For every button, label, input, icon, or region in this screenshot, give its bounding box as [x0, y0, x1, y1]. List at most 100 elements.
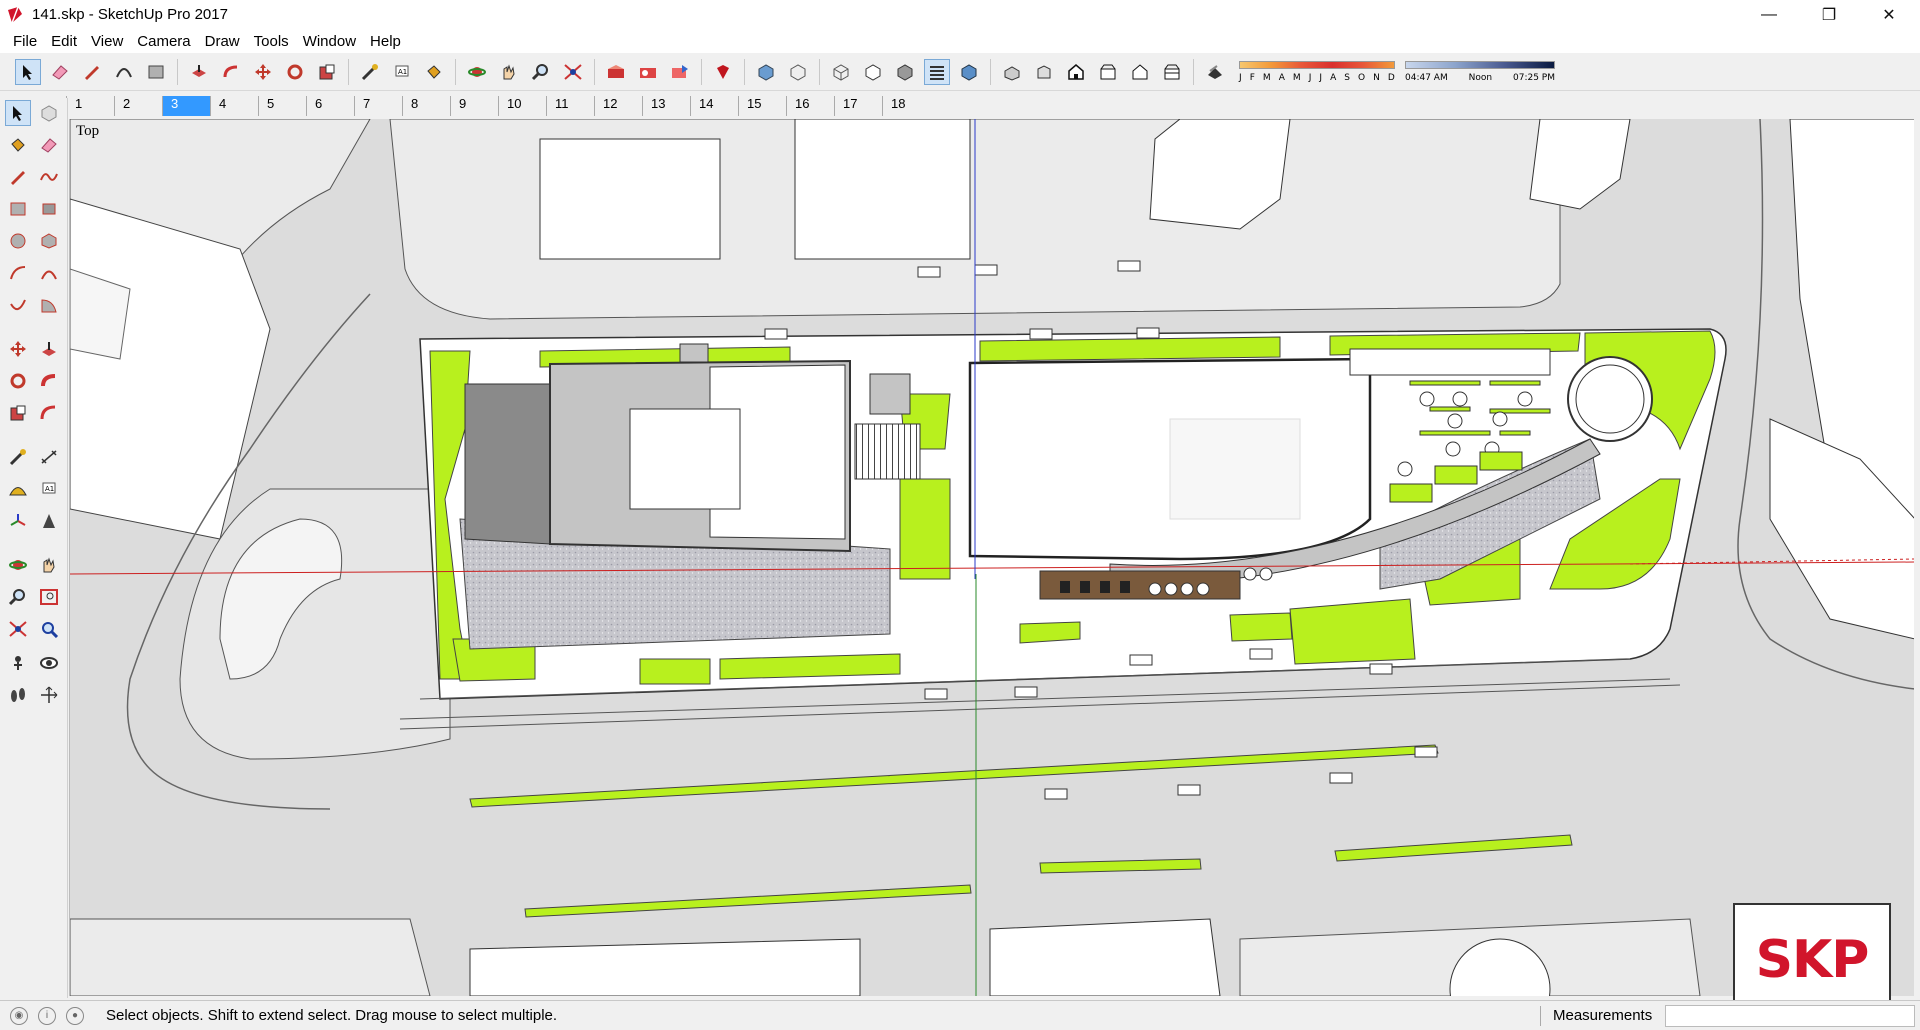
wireframe-icon[interactable]: [828, 59, 854, 85]
shadow-toggle-icon[interactable]: [1202, 59, 1228, 85]
left-view-icon[interactable]: [1159, 59, 1185, 85]
menu-edit[interactable]: Edit: [44, 33, 84, 50]
follow-me-icon[interactable]: [218, 59, 244, 85]
pan-icon[interactable]: [496, 59, 522, 85]
eraser-icon[interactable]: [36, 132, 62, 158]
scene-tab[interactable]: 14: [690, 96, 738, 116]
monochrome-icon[interactable]: [956, 59, 982, 85]
menu-window[interactable]: Window: [296, 33, 363, 50]
line-icon[interactable]: [5, 164, 31, 190]
ruby-icon[interactable]: [710, 59, 736, 85]
pie-icon[interactable]: [36, 292, 62, 318]
tape-measure-icon[interactable]: [357, 59, 383, 85]
tape-measure-icon[interactable]: [5, 444, 31, 470]
push-pull-icon[interactable]: [186, 59, 212, 85]
scene-tab[interactable]: 13: [642, 96, 690, 116]
text-icon[interactable]: A1: [36, 476, 62, 502]
position-camera-icon[interactable]: [5, 650, 31, 676]
zoom-extents-icon[interactable]: [560, 59, 586, 85]
offset-icon[interactable]: [36, 400, 62, 426]
right-view-icon[interactable]: [1095, 59, 1121, 85]
rectangle-icon[interactable]: [5, 196, 31, 222]
look-around-icon[interactable]: [36, 650, 62, 676]
rectangle-icon[interactable]: [143, 59, 169, 85]
protractor-icon[interactable]: [5, 476, 31, 502]
scene-tab-active[interactable]: 3: [162, 96, 210, 116]
hidden-line-icon[interactable]: [860, 59, 886, 85]
top-view-icon[interactable]: [1031, 59, 1057, 85]
rotate-icon[interactable]: [5, 368, 31, 394]
share-model-icon[interactable]: [667, 59, 693, 85]
menu-camera[interactable]: Camera: [130, 33, 197, 50]
text-icon[interactable]: A1: [389, 59, 415, 85]
make-component-icon[interactable]: [36, 100, 62, 126]
pencil-icon[interactable]: [79, 59, 105, 85]
scene-tab[interactable]: 4: [210, 96, 258, 116]
back-edges-icon[interactable]: [785, 59, 811, 85]
shadow-time-bar[interactable]: [1405, 60, 1555, 69]
scene-tab[interactable]: 8: [402, 96, 450, 116]
two-point-arc-icon[interactable]: [36, 260, 62, 286]
scene-tab[interactable]: 18: [882, 96, 930, 116]
scene-tab[interactable]: 10: [498, 96, 546, 116]
axes-icon[interactable]: [5, 508, 31, 534]
walk-icon[interactable]: [5, 682, 31, 708]
previous-view-icon[interactable]: [36, 616, 62, 642]
rotated-rectangle-icon[interactable]: [36, 196, 62, 222]
close-button[interactable]: ✕: [1866, 0, 1912, 29]
move-icon[interactable]: [5, 336, 31, 362]
back-view-icon[interactable]: [1127, 59, 1153, 85]
menu-view[interactable]: View: [84, 33, 130, 50]
site-plan-drawing[interactable]: [70, 119, 1914, 996]
scale-icon[interactable]: [314, 59, 340, 85]
move-icon[interactable]: [250, 59, 276, 85]
section-plane-icon[interactable]: [36, 682, 62, 708]
user-account-icon[interactable]: ●: [66, 1006, 84, 1025]
pan-icon[interactable]: [36, 552, 62, 578]
scene-tab[interactable]: 12: [594, 96, 642, 116]
drawing-viewport[interactable]: Top: [69, 119, 1914, 996]
menu-draw[interactable]: Draw: [198, 33, 247, 50]
orbit-icon[interactable]: [464, 59, 490, 85]
geo-location-icon[interactable]: ◉: [10, 1006, 28, 1025]
menu-help[interactable]: Help: [363, 33, 408, 50]
scene-tab[interactable]: 17: [834, 96, 882, 116]
arc-icon[interactable]: [111, 59, 137, 85]
scene-tab[interactable]: 16: [786, 96, 834, 116]
circle-icon[interactable]: [5, 228, 31, 254]
menu-tools[interactable]: Tools: [247, 33, 296, 50]
dimension-icon[interactable]: [36, 444, 62, 470]
scene-tab[interactable]: 2: [114, 96, 162, 116]
select-icon[interactable]: [15, 58, 41, 85]
zoom-window-icon[interactable]: [36, 584, 62, 610]
eraser-icon[interactable]: [47, 59, 73, 85]
zoom-icon[interactable]: [528, 59, 554, 85]
maximize-button[interactable]: ❐: [1806, 0, 1852, 29]
front-view-icon[interactable]: [1063, 59, 1089, 85]
three-point-arc-icon[interactable]: [5, 292, 31, 318]
select-icon[interactable]: [5, 100, 31, 126]
iso-view-icon[interactable]: [999, 59, 1025, 85]
shaded-textures-icon[interactable]: [924, 58, 950, 85]
rotate-icon[interactable]: [282, 59, 308, 85]
freehand-icon[interactable]: [36, 164, 62, 190]
push-pull-icon[interactable]: [36, 336, 62, 362]
scene-tab[interactable]: 6: [306, 96, 354, 116]
measurements-input[interactable]: [1665, 1005, 1915, 1027]
paint-bucket-icon[interactable]: [421, 59, 447, 85]
warehouse-icon[interactable]: [603, 59, 629, 85]
follow-me-icon[interactable]: [36, 368, 62, 394]
xray-icon[interactable]: [753, 59, 779, 85]
shadow-time-slider[interactable]: 04:47 AM Noon 07:25 PM: [1405, 58, 1555, 86]
minimize-button[interactable]: —: [1746, 0, 1792, 29]
shadow-month-bar[interactable]: [1239, 60, 1395, 69]
menu-file[interactable]: File: [6, 33, 44, 50]
scene-tab[interactable]: 7: [354, 96, 402, 116]
scene-tab[interactable]: 5: [258, 96, 306, 116]
scene-tab[interactable]: 15: [738, 96, 786, 116]
shadow-month-slider[interactable]: J F M A M J J A S O N D: [1237, 58, 1397, 86]
scene-tab[interactable]: 11: [546, 96, 594, 116]
arc-icon[interactable]: [5, 260, 31, 286]
zoom-extents-icon[interactable]: [5, 616, 31, 642]
polygon-icon[interactable]: [36, 228, 62, 254]
